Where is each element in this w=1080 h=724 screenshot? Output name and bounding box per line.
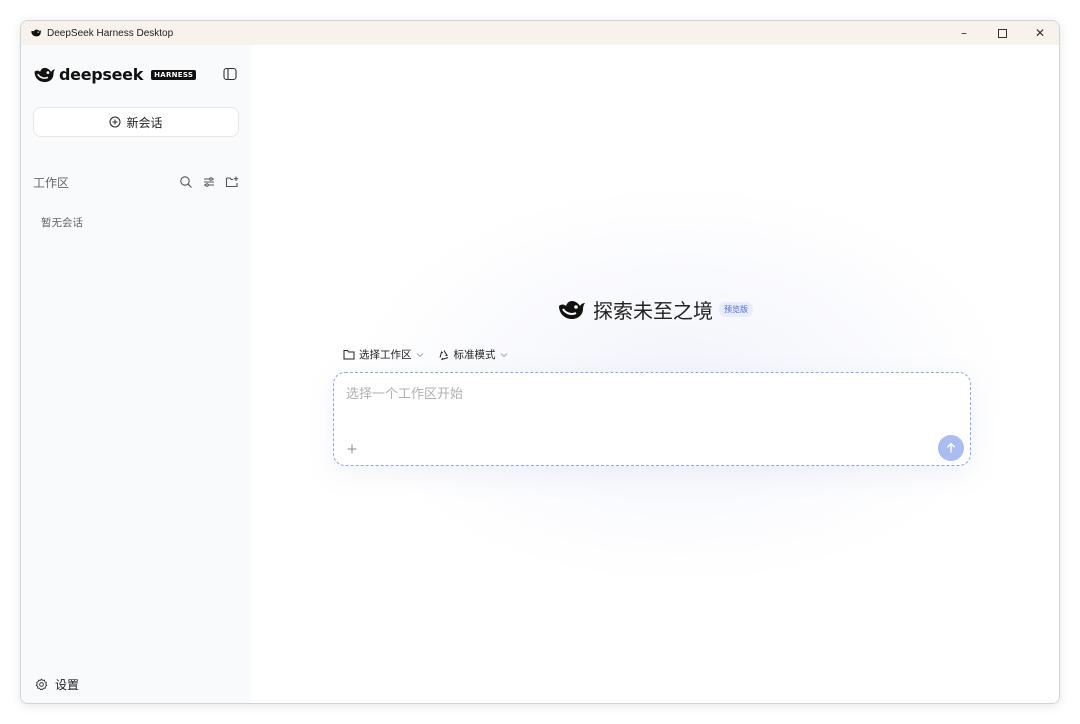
new-chat-label: 新会话 (126, 115, 163, 130)
chevron-down-icon (500, 352, 507, 357)
main-panel: 探索未至之境 预览版 选择工作区 标准模式 选择一个工作区开始 (251, 45, 1059, 703)
mode-selector[interactable]: 标准模式 (438, 347, 508, 362)
composer-box (333, 372, 971, 466)
empty-sessions-label: 暂无会话 (41, 217, 83, 229)
composer-selectors: 选择工作区 标准模式 (343, 347, 522, 362)
app-window: DeepSeek Harness Desktop – ✕ deepseek HA… (20, 20, 1060, 704)
close-button[interactable]: ✕ (1021, 21, 1059, 45)
whale-logo-icon (34, 67, 55, 82)
folder-plus-icon[interactable] (225, 175, 239, 189)
plus-circle-icon (109, 116, 121, 128)
gear-icon (35, 678, 48, 691)
recycle-icon (439, 349, 448, 360)
folder-icon (343, 350, 355, 360)
maximize-icon (997, 28, 1007, 38)
window-title: DeepSeek Harness Desktop (47, 27, 174, 39)
preview-badge: 预览版 (719, 302, 753, 317)
settings-button[interactable]: 设置 (35, 676, 79, 693)
whale-icon (29, 26, 43, 40)
send-button[interactable] (938, 435, 964, 461)
hero-heading: 探索未至之境 预览版 (251, 295, 1059, 324)
composer-input[interactable] (346, 387, 906, 402)
sidebar-panel-icon[interactable] (223, 67, 237, 81)
hero-title: 探索未至之境 (593, 299, 713, 323)
sliders-icon[interactable] (202, 175, 216, 189)
workspace-selector[interactable]: 选择工作区 (343, 347, 424, 362)
title-bar: DeepSeek Harness Desktop – ✕ (21, 21, 1059, 45)
brand-badge: HARNESS (151, 69, 197, 80)
settings-label: 设置 (55, 678, 80, 692)
sidebar: deepseek HARNESS 新会话 工作区 暂无会话 设置 (21, 45, 251, 703)
brand-name: deepseek (59, 65, 144, 84)
mode-selector-label: 标准模式 (453, 349, 496, 361)
plus-icon (347, 444, 357, 454)
new-chat-button[interactable]: 新会话 (33, 107, 239, 137)
desktop: DeepSeek Harness Desktop – ✕ deepseek HA… (0, 0, 1080, 724)
arrow-up-icon (946, 442, 956, 453)
maximize-button[interactable] (983, 21, 1021, 45)
minimize-button[interactable]: – (945, 21, 983, 45)
whale-logo-icon (559, 300, 585, 319)
workspace-header: 工作区 (33, 173, 239, 191)
window-controls: – ✕ (945, 21, 1059, 45)
add-attachment-button[interactable] (344, 441, 360, 457)
workspace-label: 工作区 (33, 175, 70, 190)
search-icon[interactable] (179, 175, 193, 189)
brand-logo: deepseek HARNESS (33, 65, 197, 84)
chevron-down-icon (416, 352, 423, 357)
workspace-selector-label: 选择工作区 (359, 349, 412, 361)
